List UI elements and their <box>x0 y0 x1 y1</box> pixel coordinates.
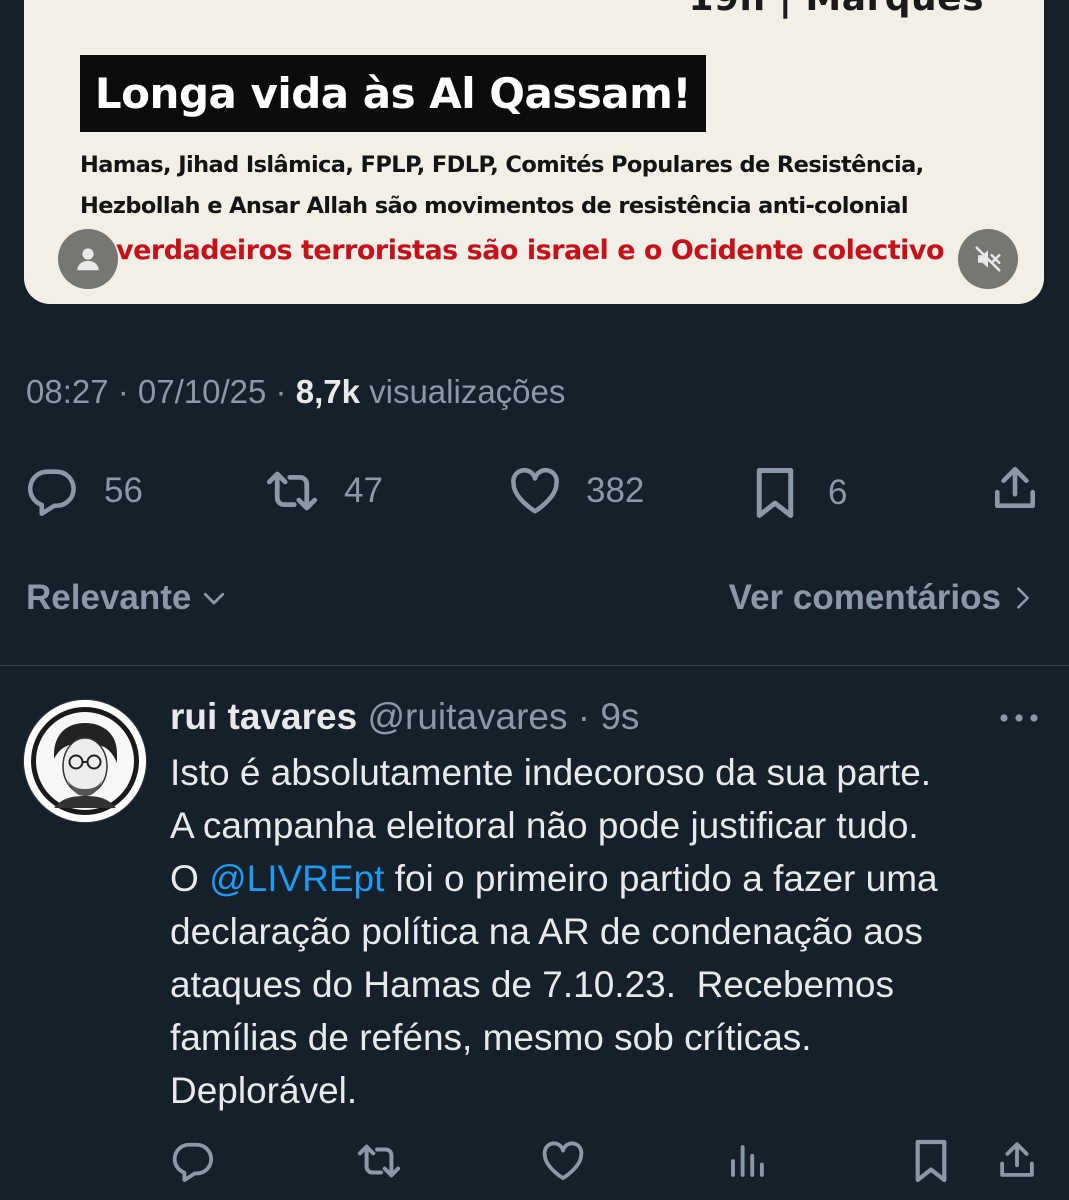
tweet-media-image[interactable]: 19h | Marquês Longa vida às Al Qassam! H… <box>24 0 1044 304</box>
repost-icon <box>357 1144 401 1178</box>
reply-button[interactable]: 56 <box>24 466 143 516</box>
bookmark-button[interactable]: 6 <box>752 466 847 520</box>
reply-bookmark-button[interactable] <box>912 1138 950 1184</box>
reply-line: famílias de reféns, mesmo sob críticas. <box>170 1017 812 1058</box>
more-options-button[interactable] <box>997 710 1041 731</box>
chevron-down-icon <box>204 592 225 605</box>
like-count: 382 <box>586 471 645 510</box>
mention-link[interactable]: @LIVREpt <box>209 858 384 899</box>
sort-dropdown[interactable]: Relevante <box>26 578 231 618</box>
like-button[interactable]: 382 <box>508 466 644 516</box>
heart-icon <box>542 1141 584 1181</box>
reply-author-name[interactable]: rui tavares <box>170 696 357 737</box>
reply-line: Deplorável. <box>170 1070 358 1111</box>
reply-line-rest: foi o primeiro partido a fazer uma <box>394 858 938 899</box>
view-comments-link[interactable]: Ver comentários <box>729 578 1037 618</box>
share-button[interactable] <box>990 462 1040 514</box>
reply-reply-button[interactable] <box>170 1140 216 1182</box>
reply-header: rui tavares @ruitavares · 9s <box>170 696 640 737</box>
share-icon <box>995 466 1035 508</box>
chevron-right-icon <box>1017 587 1029 609</box>
more-icon <box>1000 714 1038 722</box>
repost-icon <box>266 471 318 511</box>
person-icon[interactable] <box>58 229 118 289</box>
poster-top-text: 19h | Marquês <box>688 0 984 19</box>
heart-icon <box>511 468 559 514</box>
reply-author-handle[interactable]: @ruitavares <box>367 696 567 737</box>
tweet-time: 08:27 <box>26 373 109 410</box>
bookmark-icon <box>756 468 794 518</box>
reply-line: declaração política na AR de condenação … <box>170 911 923 952</box>
poster-headline: Longa vida às Al Qassam! <box>80 55 706 132</box>
reply-repost-button[interactable] <box>354 1140 404 1182</box>
share-icon <box>1000 1142 1034 1177</box>
reply-action-bar <box>0 1138 1069 1188</box>
reply-icon <box>27 469 76 516</box>
views-label: visualizações <box>369 373 566 410</box>
bookmark-icon <box>915 1139 947 1183</box>
reply-line: A campanha eleitoral não pode justificar… <box>170 805 919 846</box>
reply-line: Isto é absolutamente indecoroso da sua p… <box>170 752 932 793</box>
reply-sort-row: Relevante Ver comentários <box>0 578 1069 624</box>
tweet-action-bar: 56 47 382 6 <box>0 460 1069 518</box>
reply-line-prefix: O <box>170 858 210 899</box>
views-count: 8,7k <box>295 373 360 410</box>
bookmark-count: 6 <box>828 473 848 512</box>
sort-label: Relevante <box>26 578 192 617</box>
view-comments-label: Ver comentários <box>728 578 1001 617</box>
poster-line-2: Hezbollah e Ansar Allah são movimentos d… <box>80 193 909 219</box>
reply-line: ataques do Hamas de 7.10.23. Recebemos <box>170 964 895 1005</box>
reply-count: 56 <box>104 471 143 510</box>
analytics-icon <box>731 1145 764 1177</box>
reply-share-button[interactable] <box>996 1138 1038 1182</box>
tweet-date[interactable]: 07/10/25 <box>138 373 266 410</box>
reply-text: Isto é absolutamente indecoroso da sua p… <box>170 746 1050 1117</box>
poster-line-1: Hamas, Jihad Islâmica, FPLP, FDLP, Comit… <box>80 152 924 178</box>
reply-time[interactable]: 9s <box>600 696 639 737</box>
reply-icon <box>172 1142 213 1182</box>
tweet-meta: 08:27 · 07/10/25 · 8,7k visualizações <box>26 373 566 410</box>
repost-count: 47 <box>344 471 383 510</box>
poster-line-3: verdadeiros terroristas são israel e o O… <box>116 235 945 266</box>
reply-views-button[interactable] <box>726 1140 768 1182</box>
divider <box>0 665 1069 666</box>
reply-like-button[interactable] <box>540 1140 586 1182</box>
repost-button[interactable]: 47 <box>262 466 383 516</box>
avatar[interactable] <box>24 700 146 822</box>
volume-muted-icon[interactable] <box>958 229 1018 289</box>
reply-line: O @LIVREpt foi o primeiro partido a faze… <box>170 852 1050 905</box>
